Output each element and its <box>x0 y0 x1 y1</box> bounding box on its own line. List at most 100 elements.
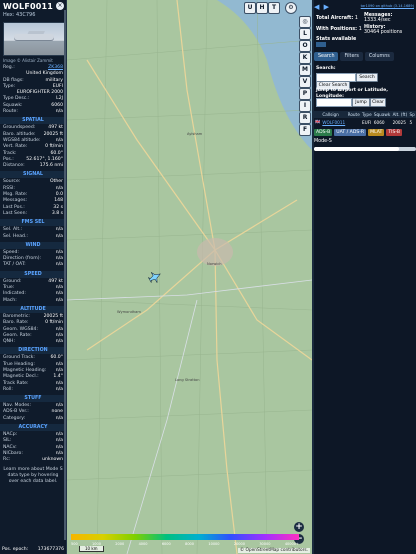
nav-arrows[interactable]: ◀ ▶ <box>314 3 329 11</box>
detail-value: 3.8 s <box>51 210 63 216</box>
left-scrollbar[interactable] <box>64 10 66 540</box>
detail-value: n/a <box>55 297 63 303</box>
photo-caption: Image © Alistair Zammit <box>3 58 53 63</box>
detail-label: Roll: <box>3 386 13 392</box>
side-button-p[interactable]: P <box>299 88 311 100</box>
altitude-tick-label: 2000 <box>115 542 125 546</box>
pos-epoch-label: Pos. epoch: <box>2 547 29 552</box>
detail-row: Route: n/a <box>0 109 66 115</box>
settings-icon[interactable]: ⚙ <box>285 2 297 14</box>
tag-adsb[interactable]: ADS-B <box>314 129 333 136</box>
altitude-legend-labels: 500 1000 2000 4000 6000 8000 10000 20000 30000 40… <box>71 542 299 546</box>
button-u[interactable]: U <box>244 2 256 14</box>
zoom-in-button[interactable]: + <box>294 522 304 532</box>
source-legend: ADS-B UAT / ADS-R MLAT TIS-B <box>314 129 403 136</box>
side-button-o[interactable]: O <box>299 40 311 52</box>
side-button-k[interactable]: K <box>299 52 311 64</box>
map-attribution[interactable]: © OpenStreetMap contributors. <box>237 548 310 553</box>
col-speed[interactable]: Sp <box>408 111 416 118</box>
button-h[interactable]: H <box>256 2 268 14</box>
side-button-i[interactable]: I <box>299 100 311 112</box>
detail-label: Reg.: <box>3 65 15 70</box>
col-type[interactable]: Type <box>361 111 373 118</box>
detail-value: 175.6 nmi <box>39 163 63 169</box>
tag-uat[interactable]: UAT / ADS-R <box>334 129 367 136</box>
version-link[interactable]: tar1090 on github (3.14.1689) <box>361 4 414 8</box>
tab-bar: Search Filters Columns <box>314 52 394 61</box>
total-aircraft-value: 1 <box>354 16 358 21</box>
section-header: FMS SEL <box>0 219 66 227</box>
jump-button[interactable]: Jump <box>352 98 370 107</box>
detail-label: Mach: <box>3 297 17 303</box>
clear-jump-button[interactable]: Clear <box>370 98 386 107</box>
pos-epoch: Pos. epoch: 173677376 <box>0 547 66 552</box>
tab-filters[interactable]: Filters <box>340 52 363 61</box>
map-view[interactable]: Norwich Wymondham Long Stratton Aylsham … <box>67 0 312 554</box>
side-button-f[interactable]: F <box>299 124 311 136</box>
panel-resize-handle[interactable] <box>312 0 314 554</box>
row-callsign[interactable]: WOLF0011 <box>321 118 346 126</box>
detail-label: Category: <box>3 415 26 421</box>
col-squawk[interactable]: Squawk <box>372 111 392 118</box>
layers-icon[interactable]: ◎ <box>299 16 311 28</box>
tag-tisb[interactable]: TIS-B <box>386 129 403 136</box>
chevron-right-icon[interactable]: ▶ <box>324 3 329 11</box>
detail-sections: SPATIAL Groundspeed: 497 kt Baro. altitude:… <box>0 117 66 463</box>
close-icon[interactable]: × <box>56 2 64 10</box>
section-header: STUFF <box>0 395 66 403</box>
table-row[interactable]: 🇬🇧 WOLF0011 EUFI 6060 20025 5 <box>314 118 416 126</box>
detail-value: n/a <box>55 109 63 115</box>
altitude-tick-label: 10000 <box>208 542 220 546</box>
side-button-l[interactable]: L <box>299 28 311 40</box>
col-altitude[interactable]: Alt. (ft) <box>391 111 409 118</box>
detail-row: Last Seen: 3.8 s <box>0 211 66 217</box>
horizontal-scrollbar[interactable] <box>314 147 416 151</box>
row-type: EUFI <box>362 119 372 125</box>
col-callsign[interactable]: Callsign <box>321 111 347 118</box>
detail-value: n/a <box>55 233 63 239</box>
table-header: Callsign Route Type Squawk Alt. (ft) Sp <box>314 111 416 118</box>
side-button-v[interactable]: V <box>299 76 311 88</box>
search-button[interactable]: Search <box>356 73 378 82</box>
tab-columns[interactable]: Columns <box>364 52 394 61</box>
place-norwich: Norwich <box>207 262 222 266</box>
detail-value: unknown <box>42 457 63 463</box>
detail-value: n/a <box>55 339 63 345</box>
row-squawk: 6060 <box>373 119 385 125</box>
side-button-m[interactable]: M <box>299 64 311 76</box>
detail-row: Mach: n/a <box>0 298 66 304</box>
col-route[interactable]: Route <box>346 111 362 118</box>
side-button-r[interactable]: R <box>299 112 311 124</box>
tab-search[interactable]: Search <box>314 52 339 61</box>
altitude-tick-label: 4000 <box>138 542 148 546</box>
place-long-stratton: Long Stratton <box>175 378 200 382</box>
stats-button[interactable] <box>316 42 326 47</box>
aircraft-info-panel: WOLF0011 Hex: 43C796 × Image © Alistair … <box>0 0 67 554</box>
place-aylsham: Aylsham <box>187 132 203 136</box>
with-positions-value: 1 <box>358 27 362 32</box>
scrollbar-thumb[interactable] <box>314 147 399 151</box>
jump-input[interactable] <box>316 98 352 107</box>
section-header: SPATIAL <box>0 117 66 125</box>
altitude-tick-label: 20000 <box>233 542 245 546</box>
tag-mlat[interactable]: MLAT <box>368 129 385 136</box>
right-panel: ◀ ▶ tar1090 on github (3.14.1689) Total … <box>312 0 416 554</box>
map-canvas <box>67 0 312 554</box>
aircraft-table: Callsign Route Type Squawk Alt. (ft) Sp … <box>314 111 416 126</box>
row-altitude: 20025 <box>392 119 406 125</box>
pos-epoch-value: 173677376 <box>37 547 64 552</box>
detail-label: TAT / OAT: <box>3 262 26 268</box>
detail-value: n/a <box>55 386 63 392</box>
with-positions: With Positions: 1 <box>316 27 362 32</box>
section-header: DIRECTION <box>0 347 66 355</box>
altitude-tick-label: 6000 <box>161 542 171 546</box>
chevron-left-icon[interactable]: ◀ <box>314 3 319 11</box>
detail-row: Distance: 175.6 nmi <box>0 163 66 169</box>
detail-label: Last Seen: <box>3 210 28 216</box>
tag-modes[interactable]: Mode-S <box>314 139 332 144</box>
button-t[interactable]: T <box>268 2 280 14</box>
detail-label: Distance: <box>3 163 25 169</box>
col-flag[interactable] <box>314 111 322 118</box>
aircraft-photo[interactable] <box>3 22 65 56</box>
section-header: SIGNAL <box>0 171 66 179</box>
